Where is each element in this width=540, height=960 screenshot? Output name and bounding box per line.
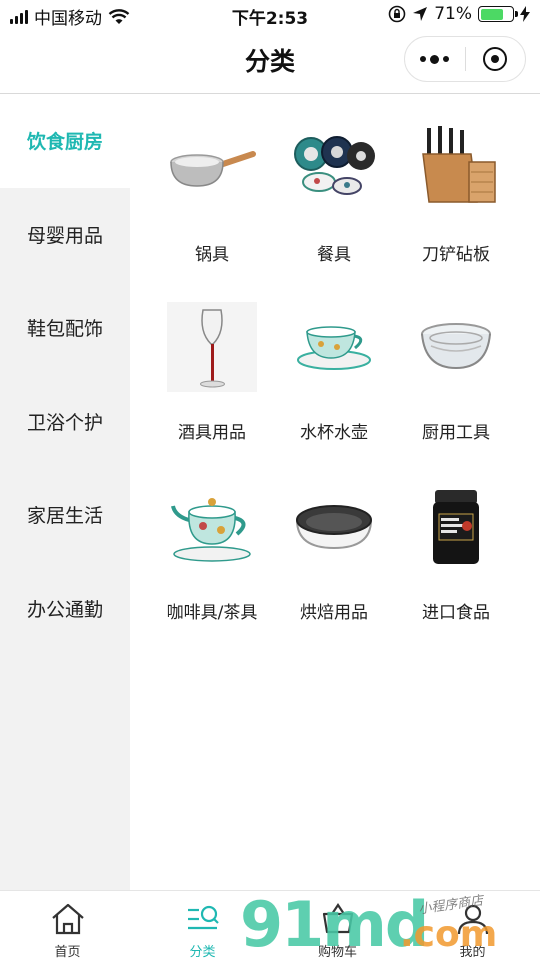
product-label: 锅具	[195, 245, 229, 265]
more-dots-icon	[420, 54, 450, 64]
category-sidebar: 饮食厨房 母婴用品 鞋包配饰 卫浴个护 家居生活 办公通勤	[0, 94, 130, 890]
plates-icon	[289, 124, 379, 214]
target-icon	[483, 47, 508, 71]
product-knives-boards[interactable]: 刀铲砧板	[395, 124, 517, 265]
sidebar-item-office[interactable]: 办公通勤	[0, 562, 130, 656]
location-icon	[413, 7, 428, 21]
product-coffee-tea[interactable]: 咖啡具/茶具	[151, 482, 273, 623]
battery-percent: 71%	[434, 4, 472, 24]
sidebar-item-label: 家居生活	[26, 505, 103, 528]
sidebar-item-kitchen[interactable]: 饮食厨房	[0, 94, 130, 188]
tab-home[interactable]: 首页	[0, 891, 135, 960]
product-cups-bottles[interactable]: 水杯水壶	[273, 302, 395, 443]
mini-program-capsule	[404, 36, 526, 82]
product-kitchen-tools[interactable]: 厨用工具	[395, 302, 517, 443]
tab-label: 首页	[54, 945, 81, 960]
baking-pan-icon	[289, 482, 379, 572]
product-label: 水杯水壶	[300, 423, 368, 443]
charging-icon	[520, 6, 530, 22]
watermark-domain: .com	[400, 914, 498, 955]
product-baking[interactable]: 烘焙用品	[273, 482, 395, 623]
status-bar: 中国移动 下午2:53 71%	[0, 0, 540, 32]
orientation-lock-icon	[388, 5, 406, 23]
sidebar-item-baby[interactable]: 母婴用品	[0, 188, 130, 282]
teacup-icon	[289, 302, 379, 392]
honey-jar-icon	[411, 482, 501, 572]
product-cookware[interactable]: 锅具	[151, 124, 273, 265]
product-label: 厨用工具	[422, 423, 490, 443]
sidebar-item-label: 鞋包配饰	[26, 318, 103, 341]
product-imported-food[interactable]: 进口食品	[395, 482, 517, 623]
battery-icon	[478, 6, 518, 22]
glass-bowl-icon	[411, 302, 501, 392]
product-tableware[interactable]: 餐具	[273, 124, 395, 265]
category-icon	[185, 901, 221, 937]
nav-bar: 分类	[0, 32, 540, 94]
product-label: 酒具用品	[178, 423, 246, 443]
product-label: 刀铲砧板	[422, 245, 490, 265]
close-program-button[interactable]	[466, 37, 526, 81]
wine-glass-icon	[167, 302, 257, 392]
subcategory-grid: 锅具 餐具 刀铲砧板 酒具用品 水杯水壶 厨用工具 咖啡具/茶具 烘焙用品 进口…	[130, 94, 540, 890]
sidebar-item-bath[interactable]: 卫浴个护	[0, 375, 130, 469]
sidebar-item-label: 母婴用品	[26, 224, 103, 247]
sidebar-item-label: 办公通勤	[26, 598, 103, 621]
more-button[interactable]	[405, 37, 465, 81]
knife-block-icon	[411, 124, 501, 214]
sidebar-item-shoes-bags[interactable]: 鞋包配饰	[0, 281, 130, 375]
product-label: 烘焙用品	[300, 603, 368, 623]
saucepan-icon	[167, 124, 257, 214]
battery-level	[480, 8, 503, 20]
sidebar-item-label: 饮食厨房	[26, 131, 103, 154]
home-icon	[50, 901, 86, 937]
teapot-icon	[167, 482, 257, 572]
product-label: 进口食品	[422, 603, 490, 623]
product-wine-ware[interactable]: 酒具用品	[151, 302, 273, 443]
product-label: 餐具	[317, 245, 351, 265]
sidebar-item-home[interactable]: 家居生活	[0, 468, 130, 562]
sidebar-item-label: 卫浴个护	[26, 411, 103, 434]
product-label: 咖啡具/茶具	[166, 603, 258, 623]
tab-label: 分类	[189, 945, 216, 960]
